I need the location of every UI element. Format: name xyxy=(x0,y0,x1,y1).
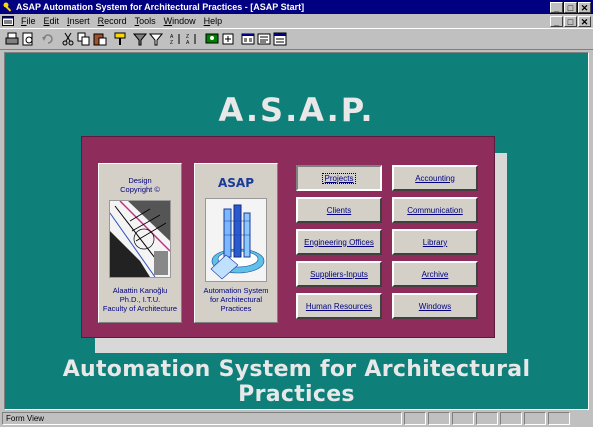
asap-caption-line1: Automation System xyxy=(203,286,269,295)
status-cell xyxy=(452,412,474,425)
copy-icon[interactable] xyxy=(76,32,91,47)
asap-logo-card: ASAP Automation System for Architectural… xyxy=(194,163,278,323)
building-model-image xyxy=(205,198,267,282)
asap-caption-line3: Practices xyxy=(220,304,252,313)
design-copyright-card: Design Copyright © Alaattin Kanoğlu Ph.D… xyxy=(98,163,182,323)
code-window-icon[interactable] xyxy=(272,32,287,47)
maximize-button[interactable]: □ xyxy=(564,1,577,13)
undo-icon[interactable] xyxy=(40,32,55,47)
sort-ascending-icon[interactable]: AZ xyxy=(168,32,183,47)
mdi-restore-button[interactable]: □ xyxy=(564,15,577,27)
filter-icon[interactable] xyxy=(132,32,147,47)
print-icon[interactable] xyxy=(4,32,19,47)
svg-text:Z: Z xyxy=(170,40,173,46)
properties-icon[interactable] xyxy=(256,32,271,47)
status-bar: Form View xyxy=(0,410,593,427)
windows-button[interactable]: Windows xyxy=(392,293,478,319)
status-cell xyxy=(548,412,570,425)
author-degree: Ph.D., I.T.U. xyxy=(119,295,161,304)
format-painter-icon[interactable] xyxy=(112,32,127,47)
status-text: Form View xyxy=(2,412,402,425)
author-faculty: Faculty of Architecture xyxy=(102,304,178,313)
find-icon[interactable] xyxy=(204,32,219,47)
status-cell xyxy=(476,412,498,425)
status-cell xyxy=(428,412,450,425)
window-title: ASAP Automation System for Architectural… xyxy=(16,2,305,12)
design-label: Design xyxy=(128,176,152,185)
form-document-icon[interactable] xyxy=(2,16,14,26)
projects-button[interactable]: Projects xyxy=(296,165,382,191)
engineering-offices-button[interactable]: Engineering Offices xyxy=(296,229,382,255)
author-name: Alaattin Kanoğlu xyxy=(112,286,168,295)
database-window-icon[interactable] xyxy=(240,32,255,47)
status-cell xyxy=(500,412,522,425)
filter-form-icon[interactable] xyxy=(148,32,163,47)
archive-button[interactable]: Archive xyxy=(392,261,478,287)
app-subtitle: Automation System for Architectural Prac… xyxy=(62,357,531,407)
menu-file[interactable]: File xyxy=(17,16,40,26)
copyright-label: Copyright © xyxy=(120,185,160,194)
preview-icon[interactable] xyxy=(20,32,35,47)
human-resources-button[interactable]: Human Resources xyxy=(296,293,382,319)
cut-icon[interactable] xyxy=(60,32,75,47)
library-button[interactable]: Library xyxy=(392,229,478,255)
title-bar: ASAP Automation System for Architectural… xyxy=(0,0,593,14)
svg-text:A: A xyxy=(186,40,190,46)
toolbar: AZ ZA xyxy=(0,28,593,50)
menu-edit[interactable]: Edit xyxy=(40,16,64,26)
menu-help[interactable]: Help xyxy=(200,16,227,26)
asap-caption-line2: for Architectural xyxy=(209,295,263,304)
minimize-button[interactable]: _ xyxy=(550,1,563,13)
status-cell xyxy=(524,412,546,425)
mdi-minimize-button[interactable]: _ xyxy=(550,15,563,27)
sort-descending-icon[interactable]: ZA xyxy=(184,32,199,47)
menu-window[interactable]: Window xyxy=(160,16,200,26)
asap-logo-text: ASAP xyxy=(217,176,254,190)
accounting-button[interactable]: Accounting xyxy=(392,165,478,191)
communication-button[interactable]: Communication xyxy=(392,197,478,223)
close-button[interactable]: ✕ xyxy=(578,1,591,13)
suppliers-inputs-button[interactable]: Suppliers-Inputs xyxy=(296,261,382,287)
architectural-drawing-image xyxy=(109,200,171,278)
menu-tools[interactable]: Tools xyxy=(131,16,160,26)
main-panel: Design Copyright © Alaattin Kanoğlu Ph.D… xyxy=(81,136,495,338)
mdi-close-button[interactable]: ✕ xyxy=(578,15,591,27)
app-key-icon xyxy=(3,2,12,12)
status-cell xyxy=(404,412,426,425)
clients-button[interactable]: Clients xyxy=(296,197,382,223)
menu-insert[interactable]: Insert xyxy=(63,16,94,26)
menu-bar: File Edit Insert Record Tools Window Hel… xyxy=(0,14,593,28)
menu-record[interactable]: Record xyxy=(94,16,131,26)
paste-icon[interactable] xyxy=(92,32,107,47)
new-record-icon[interactable] xyxy=(220,32,235,47)
form-client-area: A.S.A.P. Design Copyright © Alaattin Kan… xyxy=(4,52,589,410)
app-title: A.S.A.P. xyxy=(218,91,375,129)
